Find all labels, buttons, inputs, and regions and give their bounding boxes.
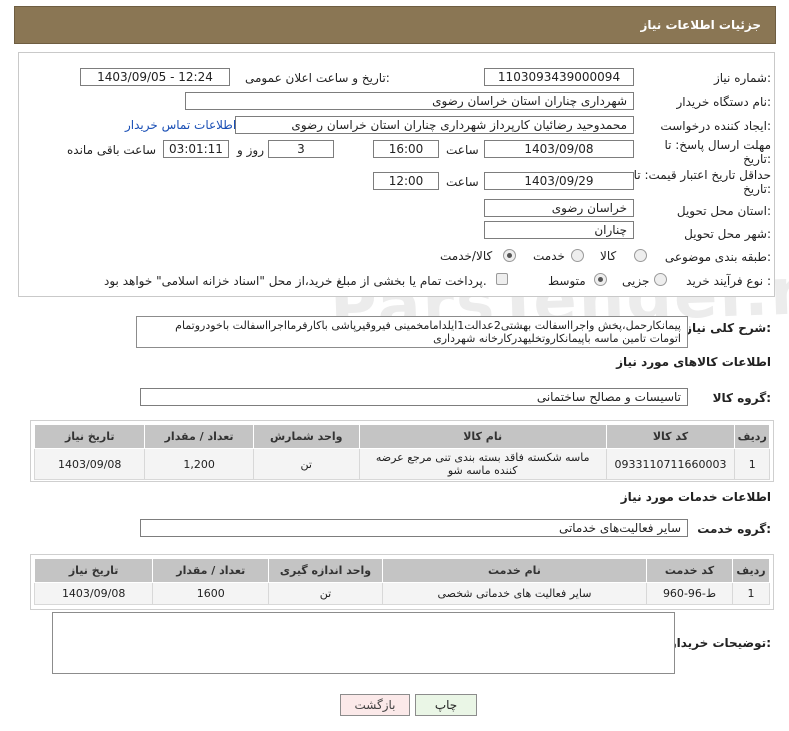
goods-cell-row: 1 — [734, 448, 770, 480]
contact-info-link[interactable]: اطلاعات تماس خریدار — [125, 118, 236, 132]
services-group-label: گروه خدمت: — [697, 522, 771, 536]
goods-col-date: تاریخ نیاز — [33, 424, 146, 449]
description-label: شرح کلی نیاز: — [685, 321, 771, 335]
validity-label: حداقل تاریخ اعتبار قیمت: تا — [633, 168, 771, 182]
need-number-field[interactable]: 1103093439000094 — [484, 68, 634, 86]
need-number-label: شماره نیاز: — [713, 71, 771, 85]
requester-field[interactable]: محمدوحید رضائیان کارپرداز شهرداری چناران… — [235, 116, 634, 134]
goods-cell-unit: تن — [252, 448, 360, 480]
table-row: 1 ط-96-960 سایر فعالیت های خدماتی شخصی ت… — [33, 582, 771, 605]
services-group-field[interactable]: سایر فعالیت‌های خدماتی — [140, 519, 688, 537]
goods-table-header: ردیف کد کالا نام کالا واحد شمارش تعداد /… — [33, 424, 770, 449]
services-cell-name: سایر فعالیت های خدماتی شخصی — [381, 582, 648, 605]
treasury-payment-checkbox[interactable] — [496, 273, 508, 285]
services-col-code: کد خدمت — [646, 558, 733, 583]
services-col-row: ردیف — [731, 558, 771, 583]
services-cell-unit: تن — [268, 582, 383, 605]
services-table-header: ردیف کد خدمت نام خدمت واحد اندازه گیری ت… — [33, 558, 771, 583]
category-option-service: خدمت — [533, 249, 565, 263]
goods-col-qty: تعداد / مقدار — [144, 424, 254, 449]
validity-time-field[interactable]: 12:00 — [373, 172, 439, 190]
process-radio-medium[interactable] — [594, 273, 607, 286]
goods-col-unit: واحد شمارش — [252, 424, 360, 449]
services-col-date: تاریخ نیاز — [33, 558, 154, 583]
goods-cell-date: 1403/09/08 — [33, 448, 146, 480]
days-label: روز و — [237, 143, 264, 157]
services-col-qty: تعداد / مقدار — [152, 558, 270, 583]
category-radio-service[interactable] — [571, 249, 584, 262]
goods-section-title: اطلاعات کالاهای مورد نیاز — [616, 355, 771, 369]
city-field[interactable]: چناران — [484, 221, 634, 239]
process-radio-minor[interactable] — [654, 273, 667, 286]
time-remaining-field[interactable]: 03:01:11 — [163, 140, 229, 158]
announce-field[interactable]: 1403/09/05 - 12:24 — [80, 68, 230, 86]
goods-col-code: کد کالا — [605, 424, 736, 449]
category-label: طبقه بندی موضوعی: — [664, 250, 771, 264]
deadline-time-field[interactable]: 16:00 — [373, 140, 439, 158]
process-option-medium: متوسط — [548, 274, 586, 288]
print-button[interactable]: چاپ — [415, 694, 477, 716]
requester-label: ایجاد کننده درخواست: — [660, 119, 771, 133]
services-cell-date: 1403/09/08 — [33, 582, 154, 605]
province-field[interactable]: خراسان رضوی — [484, 199, 634, 217]
process-option-minor: جزیی — [622, 274, 650, 288]
services-col-unit: واحد اندازه گیری — [268, 558, 383, 583]
table-row: 1 0933110711660003 ماسه شکسته فاقد بسته … — [33, 448, 770, 480]
process-label: نوع فرآیند خرید : — [686, 274, 771, 288]
category-option-goods: کالا — [600, 249, 617, 263]
goods-cell-name: ماسه شکسته فاقد بسته بندی تنی مرجع عرضه … — [358, 448, 607, 480]
page-title: جزئیات اطلاعات نیاز — [640, 18, 761, 32]
services-section-title: اطلاعات خدمات مورد نیاز — [620, 490, 771, 504]
page-header-bar: جزئیات اطلاعات نیاز — [14, 6, 776, 44]
back-button[interactable]: بازگشت — [340, 694, 410, 716]
buyer-notes-label: توضیحات خریدار: — [669, 636, 771, 650]
category-option-goods-service: کالا/خدمت — [440, 249, 493, 263]
services-cell-qty: 1600 — [152, 582, 270, 605]
goods-cell-code: 0933110711660003 — [605, 448, 736, 480]
goods-table: ردیف کد کالا نام کالا واحد شمارش تعداد /… — [33, 424, 770, 480]
treasury-payment-note: پرداخت تمام یا بخشی از مبلغ خرید،از محل … — [104, 274, 487, 288]
buyer-notes-textarea[interactable] — [52, 612, 675, 674]
city-label: شهر محل تحویل: — [684, 227, 771, 241]
goods-group-field[interactable]: تاسیسات و مصالح ساختمانی — [140, 388, 688, 406]
description-textarea[interactable]: پیمانکارحمل،پخش واجرااسفالت بهشتی2عدالت1… — [136, 316, 688, 348]
goods-col-row: ردیف — [734, 424, 770, 449]
buyer-field[interactable]: شهرداری چناران استان خراسان رضوی — [185, 92, 634, 110]
deadline-date-field[interactable]: 1403/09/08 — [484, 140, 634, 158]
days-remaining-field[interactable]: 3 — [268, 140, 334, 158]
services-cell-code: ط-96-960 — [646, 582, 733, 605]
validity-label-date: تاریخ: — [743, 182, 771, 196]
goods-cell-qty: 1,200 — [144, 448, 254, 480]
remaining-label: ساعت باقی مانده — [67, 143, 157, 157]
buyer-label: نام دستگاه خریدار: — [676, 95, 772, 109]
goods-col-name: نام کالا — [358, 424, 607, 449]
goods-group-label: گروه کالا: — [712, 391, 771, 405]
validity-time-label: ساعت — [446, 175, 479, 189]
deadline-label: مهلت ارسال پاسخ: تا — [664, 138, 771, 152]
validity-date-field[interactable]: 1403/09/29 — [484, 172, 634, 190]
deadline-time-label: ساعت — [446, 143, 479, 157]
category-radio-goods[interactable] — [634, 249, 647, 262]
province-label: استان محل تحویل: — [676, 204, 771, 218]
category-radio-goods-service[interactable] — [503, 249, 516, 262]
services-cell-row: 1 — [731, 582, 771, 605]
services-col-name: نام خدمت — [381, 558, 648, 583]
announce-label: تاریخ و ساعت اعلان عمومی: — [245, 71, 390, 85]
deadline-label-date: تاریخ: — [743, 152, 771, 166]
services-table: ردیف کد خدمت نام خدمت واحد اندازه گیری ت… — [33, 558, 771, 605]
